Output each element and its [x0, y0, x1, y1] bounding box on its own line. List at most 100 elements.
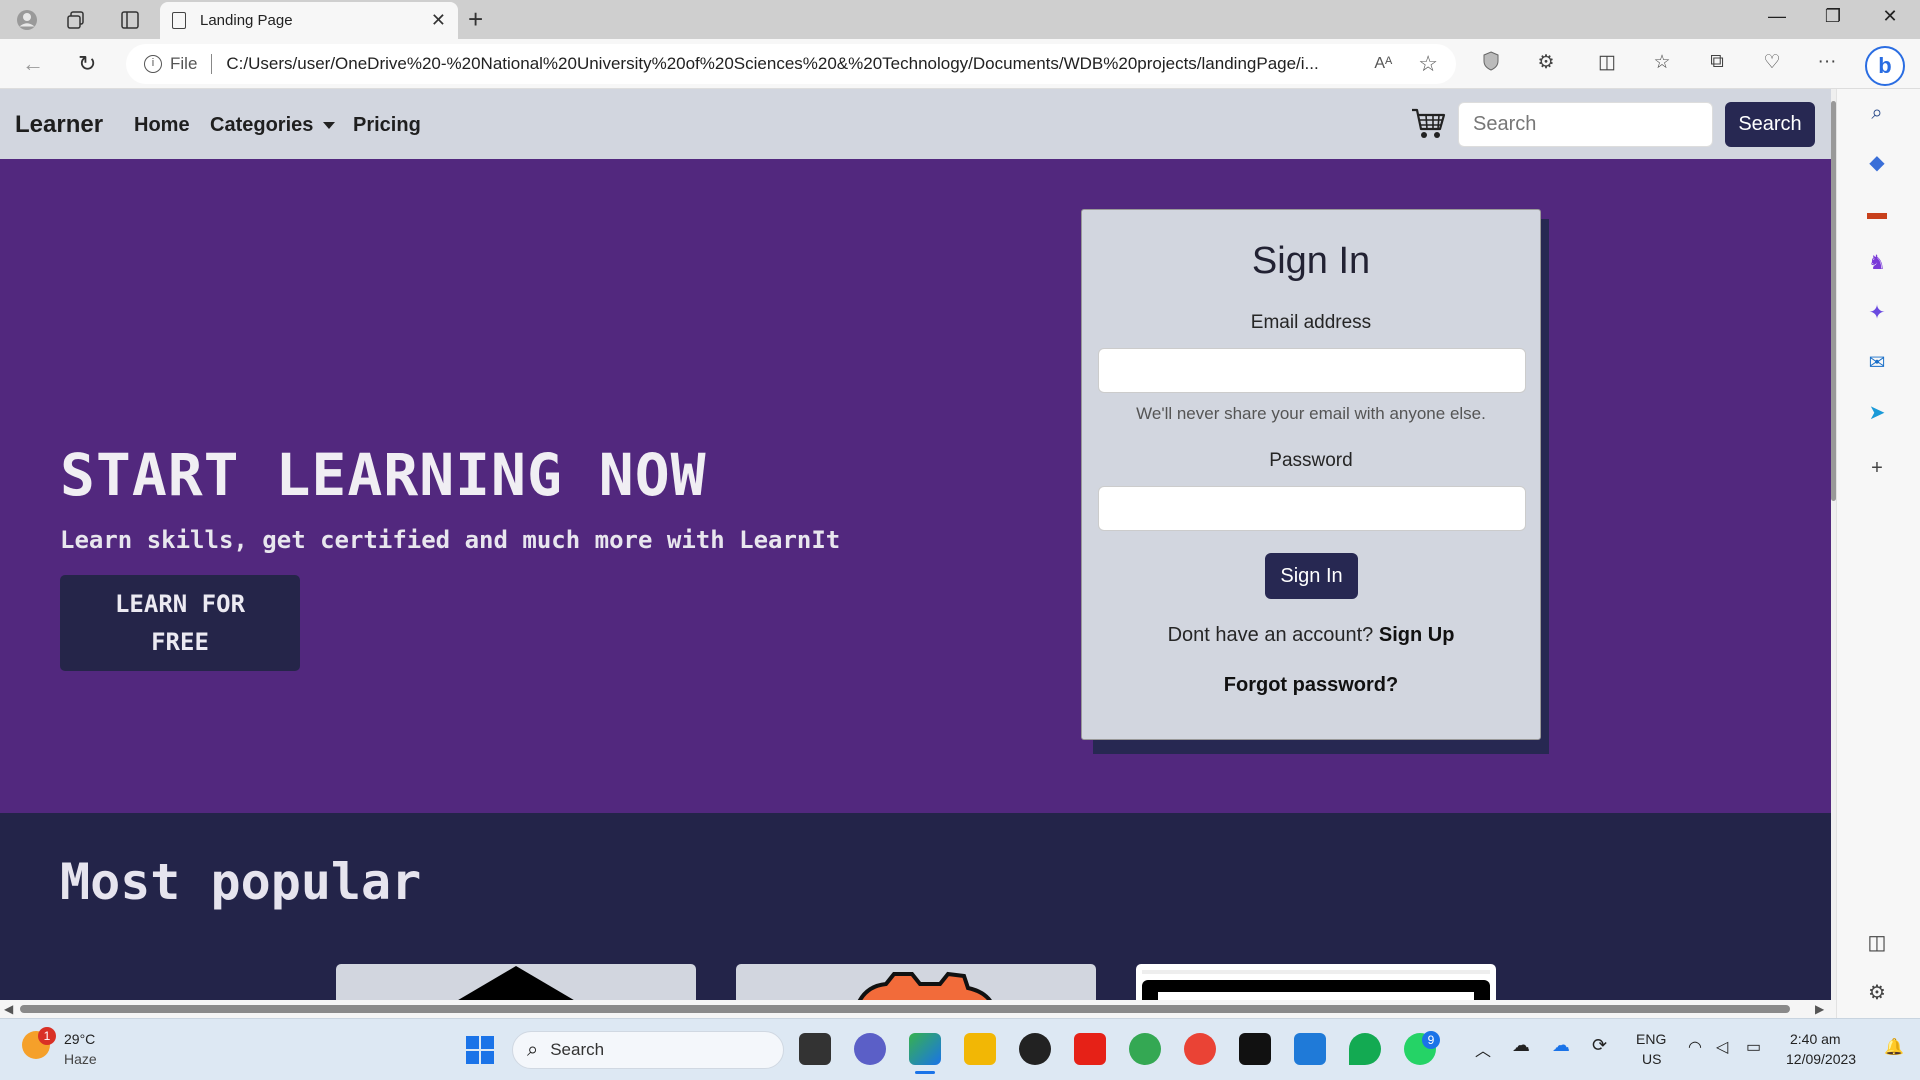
active-tab[interactable]: Landing Page ✕ [160, 2, 458, 39]
tab-title: Landing Page [200, 12, 293, 29]
site-search-input[interactable] [1458, 102, 1713, 147]
horizontal-scrollbar[interactable]: ◀ ▶ [0, 1000, 1836, 1018]
edge-browser-icon[interactable] [909, 1033, 941, 1065]
terminal-icon[interactable] [1239, 1033, 1271, 1065]
cart-icon[interactable] [1410, 107, 1446, 146]
nav-link-pricing[interactable]: Pricing [353, 114, 421, 137]
split-screen-icon[interactable]: ◫ [1592, 51, 1622, 74]
file-explorer-icon[interactable] [964, 1033, 996, 1065]
youtube-icon[interactable] [1074, 1033, 1106, 1065]
send-icon[interactable]: ➤ [1863, 399, 1891, 427]
popular-card[interactable] [736, 964, 1096, 1000]
windows-start-icon[interactable] [465, 1035, 495, 1065]
signup-link[interactable]: Sign Up [1379, 624, 1455, 646]
password-field[interactable] [1098, 486, 1526, 531]
minimize-icon[interactable]: — [1757, 6, 1797, 27]
forgot-password-link[interactable]: Forgot password? [1082, 674, 1540, 697]
learn-for-free-button[interactable]: LEARN FOR FREE [60, 575, 300, 671]
outlook-icon[interactable]: ✉ [1863, 349, 1891, 377]
mongodb-icon[interactable] [1349, 1033, 1381, 1065]
learn-button-line1: LEARN FOR [114, 590, 246, 618]
close-tab-icon[interactable]: ✕ [431, 10, 446, 31]
performance-icon[interactable]: ♡ [1757, 51, 1787, 74]
chrome-icon[interactable] [1129, 1033, 1161, 1065]
search-icon[interactable]: ⌕ [1863, 99, 1891, 127]
read-aloud-icon[interactable]: Aᴬ [1374, 55, 1392, 73]
active-app-indicator [915, 1071, 935, 1074]
page-icon [172, 12, 186, 29]
copilot-icon[interactable]: ✦ [1863, 299, 1891, 327]
chevron-down-icon [323, 122, 336, 130]
popular-card[interactable] [1136, 964, 1496, 1000]
settings-icon[interactable]: ⚙ [1863, 979, 1891, 1007]
learn-button-line2: FREE [151, 628, 209, 656]
refresh-icon[interactable]: ↻ [78, 51, 96, 77]
onedrive-icon[interactable]: ☁ [1552, 1035, 1570, 1056]
screen-image [1142, 970, 1490, 1000]
chrome-profile-icon[interactable] [1184, 1033, 1216, 1065]
volume-icon[interactable]: ◁ [1716, 1037, 1728, 1057]
more-menu-icon[interactable]: ··· [1812, 51, 1842, 73]
password-label: Password [1269, 450, 1353, 471]
address-url[interactable]: C:/Users/user/OneDrive%20-%20National%20… [226, 54, 1360, 74]
profile-icon[interactable] [14, 7, 40, 33]
address-bar[interactable]: i File C:/Users/user/OneDrive%20-%20Nati… [126, 44, 1456, 84]
new-tab-icon[interactable]: + [468, 4, 483, 35]
taskbar-search[interactable]: ⌕ Search [512, 1031, 784, 1069]
nav-link-categories[interactable]: Categories [210, 114, 336, 137]
weather-desc[interactable]: Haze [64, 1051, 97, 1067]
clock-date[interactable]: 12/09/2023 [1786, 1051, 1856, 1067]
page-viewport: Learner Home Categories Pricing Search S… [0, 89, 1831, 1000]
restore-icon[interactable]: ❐ [1813, 6, 1853, 27]
vscode-icon[interactable] [1294, 1033, 1326, 1065]
task-view-icon[interactable] [799, 1033, 831, 1065]
notifications-icon[interactable]: 🔔 [1884, 1037, 1904, 1057]
back-icon[interactable]: ← [22, 51, 44, 77]
extensions-icon[interactable]: ⚙ [1531, 51, 1561, 74]
tray-overflow-icon[interactable]: ︿ [1475, 1037, 1491, 1061]
favorites-icon[interactable]: ☆ [1647, 51, 1677, 74]
whatsapp-badge: 9 [1422, 1031, 1440, 1049]
collections-icon[interactable]: ⧉ [1702, 51, 1732, 73]
info-icon[interactable]: i [144, 55, 162, 73]
sync-icon[interactable]: ⟳ [1592, 1035, 1607, 1056]
bing-copilot-icon[interactable]: b [1865, 46, 1905, 86]
region-label[interactable]: US [1642, 1051, 1661, 1067]
teams-chat-icon[interactable] [854, 1033, 886, 1065]
tracking-shield-icon[interactable] [1476, 51, 1506, 77]
signin-card: Sign In Email address We'll never share … [1081, 209, 1541, 740]
tools-icon[interactable]: ▬ [1863, 199, 1891, 227]
close-window-icon[interactable]: ✕ [1870, 6, 1910, 27]
windows-taskbar: 1 29°C Haze ⌕ Search 9 ︿ ☁ ☁ ⟳ ENG US ◠ … [0, 1018, 1920, 1080]
dell-icon[interactable] [1019, 1033, 1051, 1065]
email-field[interactable] [1098, 348, 1526, 393]
scroll-right-arrow-icon[interactable]: ▶ [1815, 1002, 1824, 1016]
most-popular-section: Most popular [0, 813, 1831, 1000]
scroll-left-arrow-icon[interactable]: ◀ [4, 1002, 13, 1016]
add-icon[interactable]: + [1863, 454, 1891, 482]
battery-icon[interactable]: ▭ [1746, 1037, 1761, 1057]
weather-temp[interactable]: 29°C [64, 1031, 95, 1047]
sidebar-toggle-icon[interactable]: ◫ [1863, 929, 1891, 957]
course-image [458, 966, 574, 1000]
language-label[interactable]: ENG [1636, 1031, 1666, 1047]
edge-sidebar: ⌕ ◆ ▬ ♞ ✦ ✉ ➤ + ◫ ⚙ [1836, 89, 1920, 1018]
nav-link-home[interactable]: Home [134, 114, 190, 137]
address-scheme: File [170, 54, 198, 73]
vertical-tabs-icon[interactable] [117, 7, 143, 33]
shopping-tag-icon[interactable]: ◆ [1863, 149, 1891, 177]
site-brand[interactable]: Learner [15, 111, 103, 139]
address-separator [211, 54, 213, 74]
popular-card[interactable] [336, 964, 696, 1000]
workspaces-icon[interactable] [63, 7, 89, 33]
cloud-status-icon[interactable]: ☁ [1512, 1035, 1530, 1056]
wifi-icon[interactable]: ◠ [1688, 1037, 1702, 1057]
horizontal-scroll-thumb[interactable] [20, 1005, 1790, 1013]
signin-submit-button[interactable]: Sign In [1265, 553, 1358, 599]
favorite-star-icon[interactable]: ☆ [1418, 51, 1438, 77]
site-search-button[interactable]: Search [1725, 102, 1815, 147]
search-icon: ⌕ [527, 1038, 539, 1061]
games-icon[interactable]: ♞ [1863, 249, 1891, 277]
clock-time[interactable]: 2:40 am [1790, 1031, 1841, 1047]
nav-link-categories-label: Categories [210, 114, 314, 136]
